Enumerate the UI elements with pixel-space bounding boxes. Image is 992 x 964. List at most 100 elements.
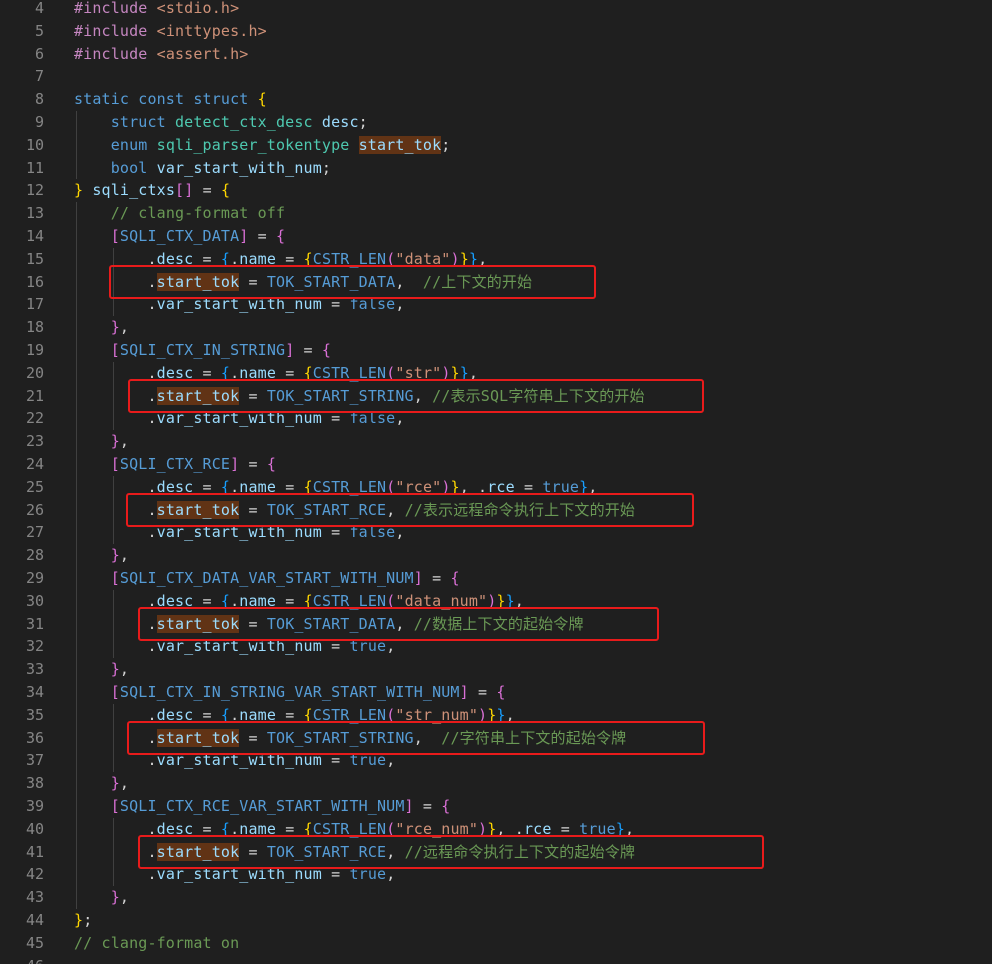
line-number: 12 [25,181,44,200]
code-line[interactable]: 9 struct detect_ctx_desc desc; [0,111,992,134]
code-token: { [276,227,286,245]
line-number: 29 [25,569,44,587]
line-number: 43 [25,888,44,907]
code-token: , [119,774,130,793]
code-text: #include <stdio.h> [74,0,239,20]
code-line[interactable]: 39 [SQLI_CTX_RCE_VAR_START_WITH_NUM] = { [0,795,992,818]
line-number: 25 [25,477,44,496]
code-line[interactable]: 8 static const struct { [0,88,992,111]
line-number: 10 [25,135,44,154]
highlight-box [109,264,596,300]
line-number: 30 [25,591,44,610]
code-line[interactable]: 38 }, [0,772,992,795]
code-line[interactable]: 11 bool var_start_with_num; [0,157,992,180]
code-line[interactable]: 44}; [0,909,992,932]
highlight-box [128,378,704,414]
code-text: // clang-format off [74,202,285,225]
code-text: [SQLI_CTX_DATA] = { [74,225,285,248]
line-number: 9 [34,113,44,131]
code-line[interactable]: 7 [0,65,992,88]
code-text: bool var_start_with_num; [74,157,331,180]
code-line[interactable]: 24 [SQLI_CTX_RCE] = { [0,453,992,476]
code-line[interactable]: 14 [SQLI_CTX_DATA] = { [0,225,992,248]
code-token: start_tok [358,135,442,154]
line-number: 21 [25,386,44,405]
code-token: SQLI_CTX_RCE_VAR_START_WITH_NUM [119,797,405,815]
code-token: ] [459,683,469,701]
line-number: 42 [25,865,44,884]
code-line[interactable]: 45 // clang-format on [0,932,992,955]
code-token: desc [321,113,359,131]
code-text: [SQLI_CTX_IN_STRING_VAR_START_WITH_NUM] … [74,681,506,704]
line-number: 18 [25,318,44,337]
code-token: , [119,432,130,451]
highlight-box [138,834,764,870]
code-token: // clang-format on [74,933,240,952]
code-line[interactable]: 34 [SQLI_CTX_IN_STRING_VAR_START_WITH_NU… [0,681,992,704]
line-number: 13 [25,204,44,223]
code-line[interactable]: 43 }, [0,886,992,909]
line-number: 5 [34,21,44,40]
highlight-box [126,492,694,528]
code-text: #include <assert.h> [74,43,248,66]
line-number: 23 [25,432,44,451]
line-number: 11 [25,158,44,177]
code-token: = [468,683,497,701]
line-number: 41 [25,842,44,861]
line-number: 20 [25,363,44,382]
code-token: } [110,546,120,565]
code-editor[interactable]: 4 #include <stdio.h> 5 #include <inttypes.h… [0,0,992,964]
code-text: static const struct { [74,88,267,111]
code-line[interactable]: 23 }, [0,430,992,453]
code-line[interactable]: 12} sqli_ctxs[] = { [0,179,992,202]
code-line[interactable]: 28 }, [0,544,992,567]
code-token: ; [358,113,368,131]
code-token: SQLI_CTX_IN_STRING [119,341,286,359]
code-token: ] [413,569,423,587]
code-line[interactable]: 6 #include <assert.h> [0,43,992,66]
code-line[interactable]: 4 #include <stdio.h> [0,0,992,20]
code-token: } [110,774,120,793]
code-token: { [450,569,460,587]
code-line[interactable]: 10 enum sqli_parser_tokentype start_tok; [0,134,992,157]
code-token: ; [441,135,451,154]
code-line[interactable]: 33 }, [0,658,992,681]
code-token: = [248,227,277,245]
code-text: [SQLI_CTX_IN_STRING] = { [74,339,331,362]
line-number: 16 [25,272,44,291]
code-text: }, [74,658,129,681]
code-token: [ [110,797,120,815]
line-number: 26 [25,500,44,519]
code-token: enum [110,135,157,154]
code-line[interactable]: 19 [SQLI_CTX_IN_STRING] = { [0,339,992,362]
code-token: { [257,90,267,109]
code-line[interactable]: 29 [SQLI_CTX_DATA_VAR_START_WITH_NUM] = … [0,567,992,590]
code-token: #include [74,44,157,63]
code-token: SQLI_CTX_IN_STRING_VAR_START_WITH_NUM [119,683,460,701]
code-token: <assert.h> [156,44,249,63]
code-line[interactable]: 18 }, [0,316,992,339]
code-line[interactable]: 13 // clang-format off [0,202,992,225]
code-text: [SQLI_CTX_RCE_VAR_START_WITH_NUM] = { [74,795,451,818]
code-token: sqli_parser_tokentype [156,135,359,154]
code-token: ] [230,455,240,473]
code-line[interactable]: 5 #include <inttypes.h> [0,20,992,43]
line-number: 14 [25,227,44,245]
code-token: static const struct [74,90,258,109]
code-text: }, [74,886,129,909]
code-token: } [74,911,84,929]
code-text: // clang-format on [74,932,239,955]
code-text: }, [74,316,129,339]
code-line[interactable]: 46 [0,955,992,964]
code-text: }, [74,544,129,567]
code-token: { [496,683,506,701]
